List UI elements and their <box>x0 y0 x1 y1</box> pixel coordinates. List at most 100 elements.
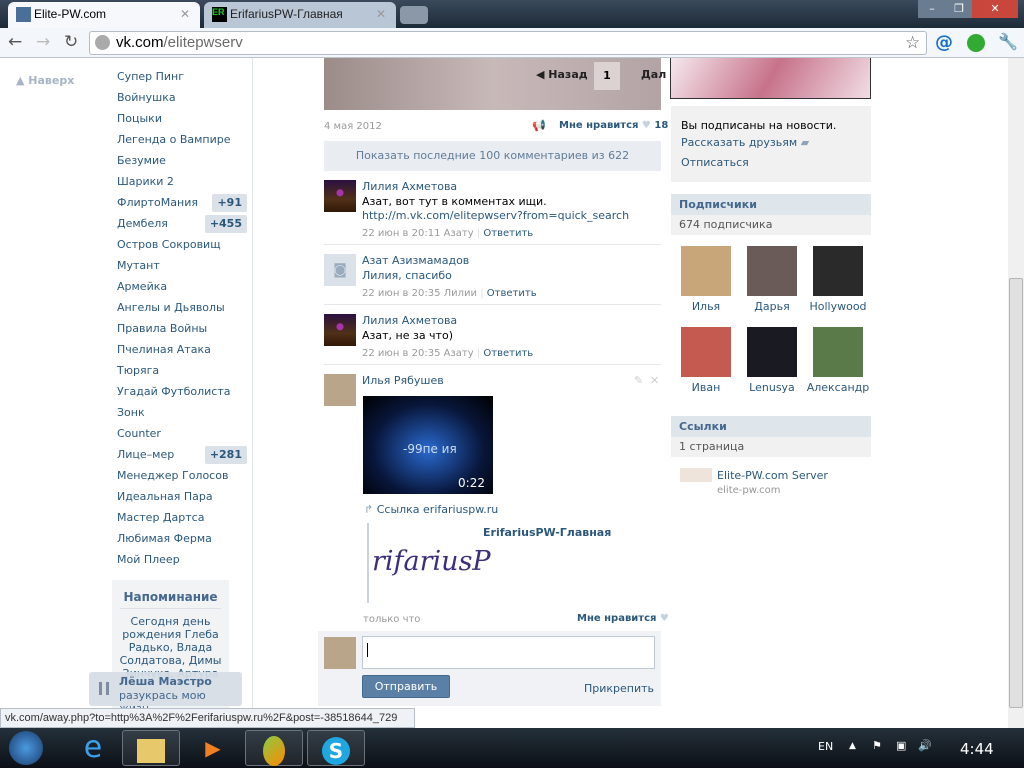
mail-icon[interactable]: @ <box>935 32 953 53</box>
audio-player[interactable]: Лёша Маэстроразукрась мою жизн... <box>89 672 242 708</box>
comment-author[interactable]: Лилия Ахметова <box>362 314 457 327</box>
forward-icon[interactable]: → <box>36 32 50 52</box>
menu-item[interactable]: Менеджер Голосов <box>117 466 247 486</box>
close-window-button[interactable]: ✕ <box>972 0 1018 18</box>
subscriber-avatar[interactable] <box>747 327 797 377</box>
reply-to[interactable]: Лилии <box>444 288 477 299</box>
camera-icon[interactable]: ◙ <box>324 254 356 286</box>
comment-input[interactable] <box>362 636 655 669</box>
minimize-button[interactable]: – <box>918 0 946 18</box>
scrollbar-thumb[interactable] <box>1009 278 1023 708</box>
snippet-image[interactable]: rifariusP <box>372 546 491 577</box>
video-thumbnail[interactable]: -99пе ия 0:22 <box>363 396 493 494</box>
close-tab-icon[interactable]: ✕ <box>376 7 386 21</box>
clock[interactable]: 4:44 <box>960 740 994 758</box>
comment-author[interactable]: Лилия Ахметова <box>362 180 457 193</box>
menu-item[interactable]: Правила Войны <box>117 319 247 339</box>
reply-to[interactable]: Азату <box>444 228 474 239</box>
tab-erifarius[interactable]: ER ErifariusPW-Главная ✕ <box>204 2 396 28</box>
reply-to[interactable]: Азату <box>444 348 474 359</box>
subscriber-name[interactable]: Иван <box>672 381 740 394</box>
maximize-button[interactable]: ❐ <box>946 0 972 18</box>
tell-friends-link[interactable]: Рассказать друзьям ▰ <box>681 133 871 153</box>
link-thumbnail[interactable] <box>680 468 712 482</box>
internet-explorer-icon[interactable]: e <box>64 730 122 766</box>
subscriber-name[interactable]: Александр <box>804 381 872 394</box>
menu-item[interactable]: Любимая Ферма <box>117 529 247 549</box>
external-link[interactable]: ↱ Ссылка erifariuspw.ru <box>364 503 498 516</box>
reply-link[interactable]: Ответить <box>487 288 537 299</box>
pause-icon[interactable] <box>99 682 109 695</box>
comment-author[interactable]: Илья Рябушев <box>362 374 444 387</box>
menu-item[interactable]: Остров Сокровищ <box>117 235 247 255</box>
subscriber-avatar[interactable] <box>813 246 863 296</box>
subscriber[interactable]: Александр <box>807 327 869 394</box>
menu-item[interactable]: Мутант <box>117 256 247 276</box>
menu-item[interactable]: Ангелы и Дьяволы <box>117 298 247 318</box>
network-icon[interactable]: ▣ <box>896 739 906 752</box>
app-icon[interactable] <box>245 730 303 766</box>
delete-icon[interactable]: ✕ <box>650 374 659 387</box>
like-button[interactable]: Мне нравится ♥ <box>577 613 669 624</box>
menu-item[interactable]: ФлиртоМания +91 <box>117 193 247 213</box>
menu-item[interactable]: Войнушка <box>117 88 247 108</box>
edit-icon[interactable]: ✎ <box>634 374 643 387</box>
wrench-icon[interactable]: 🔧 <box>998 32 1018 51</box>
start-button[interactable] <box>0 730 52 766</box>
link-name[interactable]: Elite-PW.com Server <box>717 469 828 482</box>
file-explorer-icon[interactable] <box>122 730 180 766</box>
media-player-icon[interactable]: ▶ <box>184 730 242 766</box>
address-bar[interactable]: vk.com/elitepwserv <box>89 31 927 55</box>
menu-item[interactable]: Тюряга <box>117 361 247 381</box>
subscriber[interactable]: Иван <box>680 327 732 394</box>
language-indicator[interactable]: EN <box>818 740 833 753</box>
menu-item[interactable]: Counter <box>117 424 247 444</box>
menu-item[interactable]: Мой Плеер <box>117 550 247 570</box>
tab-elite-pw[interactable]: Elite-PW.com ✕ <box>8 2 200 28</box>
avatar[interactable] <box>324 180 356 212</box>
reply-link[interactable]: Ответить <box>483 228 533 239</box>
show-comments-button[interactable]: Показать последние 100 комментариев из 6… <box>324 141 661 171</box>
menu-item[interactable]: Идеальная Пара <box>117 487 247 507</box>
reload-icon[interactable]: ↻ <box>64 32 78 52</box>
menu-item[interactable]: Пчелиная Атака <box>117 340 247 360</box>
menu-item[interactable]: Легенда о Вампире <box>117 130 247 150</box>
back-nav[interactable]: ◀ Назад <box>536 68 588 81</box>
reply-link[interactable]: Ответить <box>483 348 533 359</box>
subscribers-count[interactable]: 674 подписчика <box>671 215 871 235</box>
action-center-flag-icon[interactable]: ⚑ <box>872 739 882 752</box>
snippet-title[interactable]: ErifariusPW-Главная <box>483 526 611 539</box>
subscriber-name[interactable]: Hollywood <box>804 300 872 313</box>
menu-item[interactable]: Угадай Футболиста <box>117 382 247 402</box>
subscriber-name[interactable]: Дарья <box>738 300 806 313</box>
volume-icon[interactable]: 🔊 <box>918 739 932 752</box>
subscriber-avatar[interactable] <box>681 327 731 377</box>
menu-badge[interactable]: +91 <box>212 194 247 212</box>
menu-badge[interactable]: +281 <box>204 446 247 464</box>
menu-item[interactable]: Поцыки <box>117 109 247 129</box>
subscriber[interactable]: Илья <box>680 246 732 313</box>
avatar[interactable] <box>324 374 356 406</box>
subscriber-avatar[interactable] <box>681 246 731 296</box>
subscriber-avatar[interactable] <box>813 327 863 377</box>
subscriber[interactable]: Lenusya <box>746 327 798 394</box>
subscriber-avatar[interactable] <box>747 246 797 296</box>
menu-item[interactable]: Супер Пинг <box>117 67 247 87</box>
subscriber-name[interactable]: Lenusya <box>738 381 806 394</box>
show-hidden-icons[interactable]: ▲ <box>849 741 856 751</box>
menu-item[interactable]: Зонк <box>117 403 247 423</box>
menu-item[interactable]: Безумие <box>117 151 247 171</box>
avatar[interactable] <box>324 314 356 346</box>
extension-icon[interactable] <box>967 34 985 52</box>
subscriber[interactable]: Дарья <box>746 246 798 313</box>
attach-button[interactable]: Прикрепить <box>584 682 654 695</box>
next-nav[interactable]: Дал <box>641 68 666 81</box>
new-tab-button[interactable] <box>400 6 428 24</box>
reminder-text[interactable]: Сегодня день рождения Глеба Радько, Влад… <box>112 615 229 680</box>
subscriber-name[interactable]: Илья <box>672 300 740 313</box>
menu-item[interactable]: Мастер Дартса <box>117 508 247 528</box>
page-number[interactable]: 1 <box>594 62 620 90</box>
back-icon[interactable]: ← <box>8 32 22 52</box>
comment-link[interactable]: http://m.vk.com/elitepwserv?from=quick_s… <box>362 209 629 222</box>
skype-icon[interactable]: S <box>307 730 365 766</box>
